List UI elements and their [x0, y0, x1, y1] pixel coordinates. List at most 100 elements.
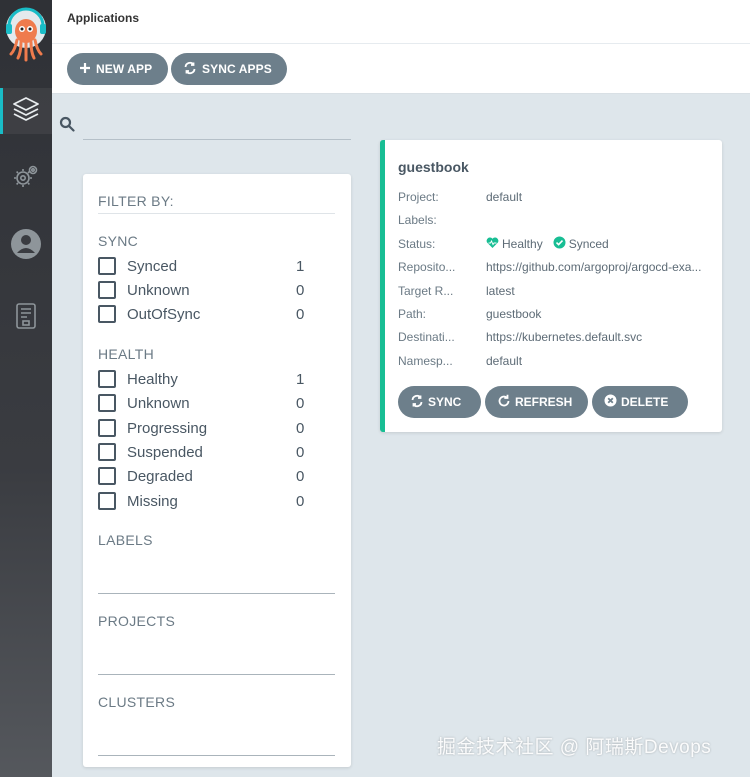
- filter-label: Suspended: [127, 443, 203, 461]
- filter-panel: FILTER BY: SYNC Synced 1 Unknown 0 OutOf…: [83, 174, 351, 767]
- new-app-label: NEW APP: [96, 62, 153, 76]
- sync-button[interactable]: SYNC: [398, 386, 481, 418]
- filter-health-degraded[interactable]: Degraded 0: [98, 466, 310, 486]
- sync-icon: [410, 394, 424, 411]
- prop-value: guestbook: [486, 307, 542, 321]
- prop-value: latest: [486, 284, 515, 298]
- plus-icon: [79, 62, 91, 77]
- clusters-section-title: CLUSTERS: [98, 694, 176, 710]
- checkbox[interactable]: [98, 467, 116, 485]
- filter-health-missing[interactable]: Missing 0: [98, 491, 310, 511]
- app-prop-path: Path: guestbook: [398, 306, 722, 322]
- app-prop-namespace: Namesp... default: [398, 353, 722, 369]
- filter-label: Unknown: [127, 394, 190, 412]
- prop-key: Labels:: [398, 213, 437, 227]
- sync-icon: [183, 61, 197, 78]
- nav-documentation[interactable]: [0, 295, 52, 341]
- status-value: Healthy Synced: [486, 236, 722, 252]
- prop-key: Destinati...: [398, 330, 455, 344]
- filter-label: Synced: [127, 257, 178, 275]
- filter-count: 0: [296, 443, 305, 461]
- filter-health-progressing[interactable]: Progressing 0: [98, 418, 310, 438]
- filter-label: Unknown: [127, 281, 190, 299]
- checkbox[interactable]: [98, 257, 116, 275]
- app-prop-labels: Labels:: [398, 212, 722, 228]
- filter-health-suspended[interactable]: Suspended 0: [98, 442, 310, 462]
- nav-user-info[interactable]: [0, 223, 52, 269]
- search-icon: [59, 116, 75, 137]
- toolbar: NEW APP SYNC APPS: [52, 44, 750, 94]
- prop-value: default: [486, 354, 523, 368]
- app-prop-repository: Reposito... https://github.com/argoproj/…: [398, 259, 722, 275]
- sync-label: SYNC: [428, 395, 462, 409]
- checkbox[interactable]: [98, 281, 116, 299]
- checkbox[interactable]: [98, 492, 116, 510]
- sync-apps-label: SYNC APPS: [202, 62, 272, 76]
- sidebar: [0, 0, 52, 777]
- filter-count: 0: [296, 281, 305, 299]
- filter-sync-unknown[interactable]: Unknown 0: [98, 280, 310, 300]
- filter-title: FILTER BY:: [98, 193, 174, 209]
- filter-count: 0: [296, 305, 305, 323]
- filter-health-healthy[interactable]: Healthy 1: [98, 369, 310, 389]
- clusters-filter-input[interactable]: [98, 755, 335, 756]
- labels-filter-input[interactable]: [98, 593, 335, 594]
- app-name: guestbook: [398, 159, 469, 175]
- prop-key: Path:: [398, 307, 427, 321]
- checkbox[interactable]: [98, 394, 116, 412]
- prop-value: https://kubernetes.default.svc: [486, 330, 643, 344]
- filter-label: Missing: [127, 492, 178, 510]
- top-bar: Applications: [52, 0, 750, 44]
- refresh-label: REFRESH: [515, 395, 573, 409]
- app-prop-status: Status: Healthy Synced: [398, 236, 722, 252]
- filter-count: 1: [296, 370, 305, 388]
- app-prop-destination: Destinati... https://kubernetes.default.…: [398, 329, 722, 345]
- applications-icon: [11, 94, 41, 129]
- filter-sync-synced[interactable]: Synced 1: [98, 256, 310, 276]
- nav-settings[interactable]: [0, 156, 52, 202]
- delete-label: DELETE: [621, 395, 669, 409]
- sync-section-title: SYNC: [98, 233, 139, 249]
- sync-apps-button[interactable]: SYNC APPS: [171, 53, 287, 85]
- delete-button[interactable]: DELETE: [592, 386, 688, 418]
- filter-sync-outofsync[interactable]: OutOfSync 0: [98, 304, 310, 324]
- refresh-icon: [497, 394, 511, 411]
- delete-icon: [604, 394, 617, 410]
- filter-count: 0: [296, 419, 305, 437]
- checkbox[interactable]: [98, 305, 116, 323]
- labels-section-title: LABELS: [98, 532, 153, 548]
- new-app-button[interactable]: NEW APP: [67, 53, 168, 85]
- nav-applications[interactable]: [0, 88, 52, 134]
- page-title: Applications: [67, 11, 140, 25]
- prop-key: Project:: [398, 190, 439, 204]
- filter-count: 1: [296, 257, 305, 275]
- filter-health-unknown[interactable]: Unknown 0: [98, 393, 310, 413]
- prop-key: Reposito...: [398, 260, 456, 274]
- projects-filter-input[interactable]: [98, 674, 335, 675]
- filter-count: 0: [296, 394, 305, 412]
- prop-key: Target R...: [398, 284, 454, 298]
- health-status: Healthy: [502, 237, 543, 251]
- heart-icon: [486, 237, 499, 252]
- filter-label: Degraded: [127, 467, 193, 485]
- checkbox[interactable]: [98, 443, 116, 461]
- argo-logo[interactable]: [3, 4, 49, 64]
- prop-value: https://github.com/argoproj/argocd-exa..…: [486, 260, 702, 274]
- search-input[interactable]: [83, 110, 351, 140]
- checkbox[interactable]: [98, 370, 116, 388]
- refresh-button[interactable]: REFRESH: [485, 386, 588, 418]
- docs-icon: [13, 302, 39, 335]
- filter-count: 0: [296, 467, 305, 485]
- projects-section-title: PROJECTS: [98, 613, 176, 629]
- filter-divider: [98, 213, 335, 214]
- app-prop-project: Project: default: [398, 189, 722, 205]
- sync-status: Synced: [568, 237, 609, 251]
- watermark: 掘金技术社区 @ 阿瑞斯Devops: [437, 737, 712, 758]
- filter-label: Progressing: [127, 419, 208, 437]
- app-card-guestbook[interactable]: guestbook Project: default Labels: Statu…: [380, 140, 722, 432]
- checkbox[interactable]: [98, 419, 116, 437]
- app-prop-target-revision: Target R... latest: [398, 283, 722, 299]
- settings-icon: [11, 162, 41, 197]
- filter-count: 0: [296, 492, 305, 510]
- filter-label: OutOfSync: [127, 305, 201, 323]
